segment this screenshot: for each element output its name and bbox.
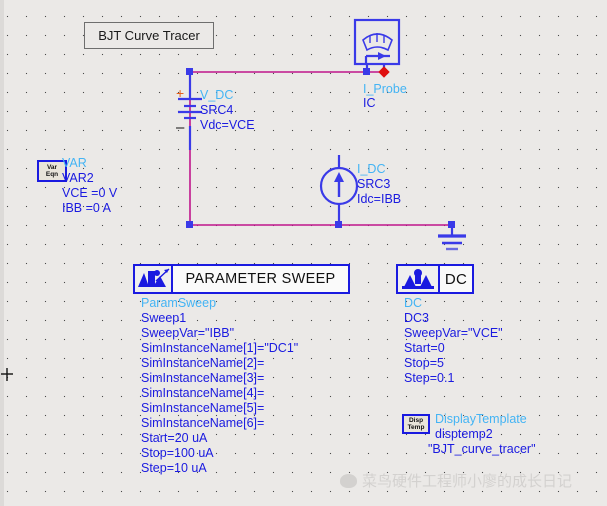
vdc-type-label: V_DC bbox=[200, 88, 234, 102]
disp-icon-line2: Temp bbox=[407, 424, 425, 431]
dc-instance-label: DC3 bbox=[404, 311, 430, 325]
idc-param-label: Idc=IBB bbox=[357, 192, 402, 206]
iprobe-instance-label: IC bbox=[363, 96, 376, 110]
paramsweep-param-5: SimInstanceName[5]= bbox=[141, 401, 265, 415]
title-box[interactable]: BJT Curve Tracer bbox=[84, 22, 214, 49]
iprobe-type-label: I_Probe bbox=[363, 82, 407, 96]
paramsweep-param-3: SimInstanceName[3]= bbox=[141, 371, 265, 385]
paramsweep-param-2: SimInstanceName[2]= bbox=[141, 356, 265, 370]
ammeter-icon[interactable] bbox=[353, 18, 401, 66]
paramsweep-param-6: SimInstanceName[6]= bbox=[141, 416, 265, 430]
paramsweep-param-1: SimInstanceName[1]="DC1" bbox=[141, 341, 299, 355]
ground-icon[interactable] bbox=[438, 234, 466, 251]
paramsweep-param-7: Start=20 uA bbox=[141, 431, 208, 445]
vdc-plus-sign: + bbox=[176, 85, 184, 101]
watermark: 菜鸟硬件工程师小廖的成长日记 bbox=[340, 470, 572, 491]
param-sweep-box-label: PARAMETER SWEEP bbox=[173, 264, 350, 294]
vdc-instance-label: SRC4 bbox=[200, 103, 234, 117]
vdc-param-label: Vdc=VCE bbox=[200, 118, 255, 132]
param-sweep-icon bbox=[133, 264, 173, 294]
vdc-minus-sign: – bbox=[176, 119, 185, 136]
param-sweep-glyph bbox=[138, 268, 170, 287]
watermark-text: 菜鸟硬件工程师小廖的成长日记 bbox=[362, 473, 573, 490]
paramsweep-param-9: Step=10 uA bbox=[141, 461, 207, 475]
dc-box-label: DC bbox=[440, 264, 474, 294]
disptemplate-instance-label: disptemp2 bbox=[435, 427, 493, 441]
schematic-wires-layer: + – bbox=[176, 18, 466, 251]
paramsweep-param-4: SimInstanceName[4]= bbox=[141, 386, 265, 400]
dc-param-1: Start=0 bbox=[404, 341, 445, 355]
param-sweep-block[interactable]: PARAMETER SWEEP bbox=[133, 264, 350, 294]
idc-instance-label: SRC3 bbox=[357, 177, 391, 191]
wechat-icon bbox=[340, 473, 357, 488]
var-instance-label: VAR2 bbox=[62, 171, 94, 185]
var-icon-line1: Var bbox=[46, 164, 58, 171]
display-template-icon[interactable]: Disp Temp bbox=[402, 414, 430, 434]
disptemplate-param-label: "BJT_curve_tracer" bbox=[428, 442, 536, 456]
var-param-1: IBB =0 A bbox=[62, 201, 111, 215]
node-marker-red bbox=[378, 66, 390, 78]
dc-sim-icon bbox=[396, 264, 440, 294]
dc-type-label: DC bbox=[404, 296, 423, 310]
paramsweep-param-0: SweepVar="IBB" bbox=[141, 326, 235, 340]
disp-icon-line1: Disp bbox=[408, 417, 424, 424]
idc-type-label: I_DC bbox=[357, 162, 386, 176]
var-param-0: VCE =0 V bbox=[62, 186, 118, 200]
dc-param-3: Step=0.1 bbox=[404, 371, 455, 385]
var-icon-line2: Eqn bbox=[45, 171, 59, 178]
disptemplate-type-label: DisplayTemplate bbox=[435, 412, 527, 426]
dc-sim-glyph bbox=[402, 269, 434, 289]
paramsweep-param-8: Stop=100 uA bbox=[141, 446, 214, 460]
dc-sim-block[interactable]: DC bbox=[396, 264, 474, 294]
dc-param-2: Stop=5 bbox=[404, 356, 444, 370]
dc-param-0: SweepVar="VCE" bbox=[404, 326, 503, 340]
current-source-icon[interactable] bbox=[319, 166, 359, 206]
var-type-label: VAR bbox=[62, 156, 87, 170]
paramsweep-instance-label: Sweep1 bbox=[141, 311, 187, 325]
paramsweep-type-label: ParamSweep bbox=[141, 296, 217, 310]
